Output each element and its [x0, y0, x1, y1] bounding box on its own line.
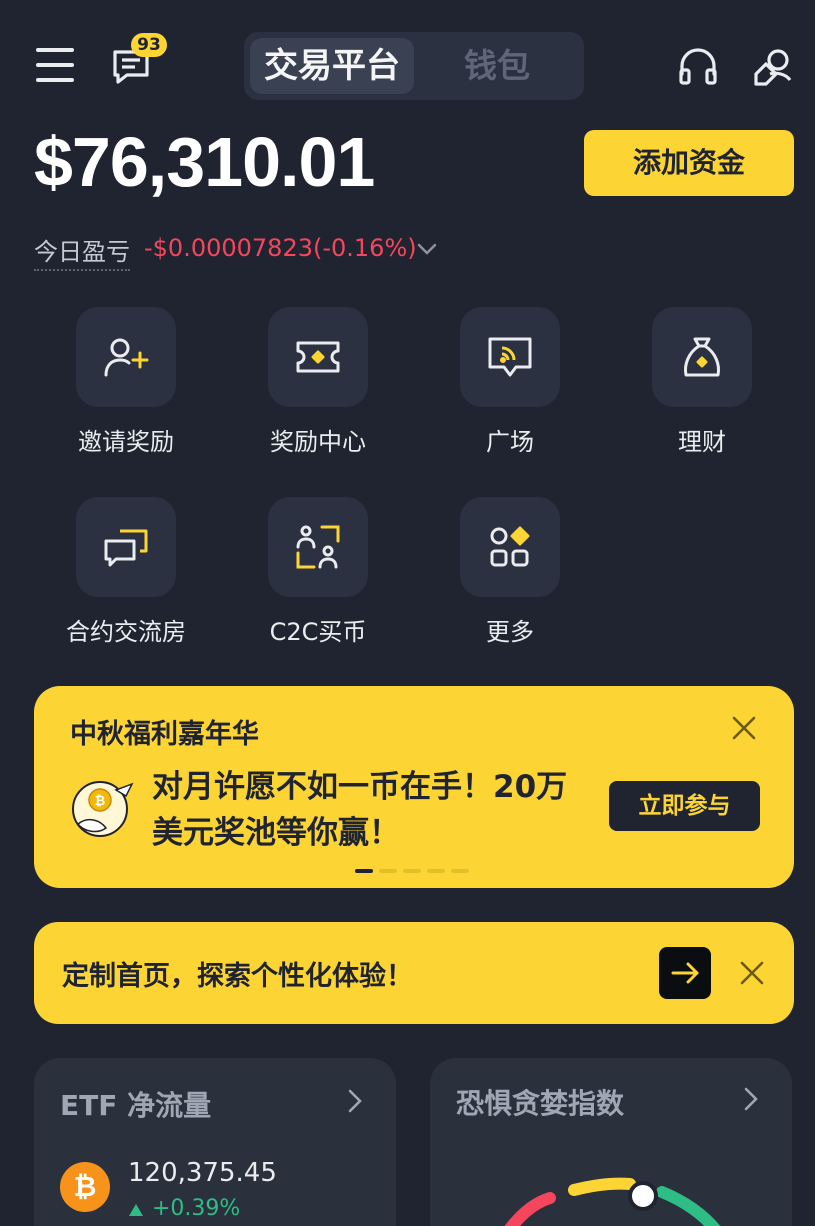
carousel-indicator[interactable] — [355, 858, 475, 873]
chevron-down-icon[interactable] — [416, 238, 438, 260]
arrow-right-icon — [671, 962, 699, 984]
broadcast-icon — [488, 337, 532, 377]
quick-action-label: 广场 — [486, 428, 534, 456]
chat-room-icon — [104, 529, 148, 567]
futures-chat-tile[interactable] — [76, 497, 176, 597]
tab-wallet[interactable]: 钱包 — [424, 38, 570, 94]
quick-action-label: 邀请奖励 — [78, 428, 174, 456]
total-balance: $76,310.01 — [34, 123, 375, 201]
pnl-label[interactable]: 今日盈亏 — [34, 232, 130, 271]
promo-banner-text: 对月许愿不如一币在手！20万美元奖池等你赢！ — [152, 769, 568, 851]
quick-action-label: 理财 — [678, 428, 726, 456]
more-grid-icon — [490, 526, 530, 567]
customize-home-text: 定制首页，探索个性化体验！ — [62, 961, 413, 992]
earn-tile[interactable] — [652, 307, 752, 407]
chevron-right-icon[interactable] — [346, 1088, 364, 1114]
rewards-center-tile[interactable] — [268, 307, 368, 407]
menu-icon[interactable] — [36, 48, 74, 84]
close-icon[interactable] — [730, 714, 758, 742]
quick-action-label: C2C买币 — [269, 618, 367, 646]
arrow-right-button[interactable] — [659, 947, 711, 999]
svg-text:₿: ₿ — [95, 794, 106, 809]
fear-greed-gauge — [470, 1170, 760, 1226]
triangle-up-icon — [128, 1202, 144, 1221]
mid-autumn-emblem-icon: ₿ — [70, 776, 136, 838]
invite-rewards-tile[interactable] — [76, 307, 176, 407]
c2c-users-icon — [296, 525, 340, 569]
user-icon[interactable] — [750, 44, 796, 90]
chevron-right-icon[interactable] — [742, 1086, 760, 1112]
square-tile[interactable] — [460, 307, 560, 407]
etf-card-title: ETF 净流量 — [60, 1089, 212, 1122]
invite-user-icon — [104, 338, 149, 377]
etf-value: 120,375.45 — [128, 1158, 277, 1188]
money-bag-icon — [684, 337, 720, 377]
fear-greed-card-title: 恐惧贪婪指数 — [456, 1087, 625, 1120]
bitcoin-icon: ₿ — [60, 1162, 110, 1212]
more-tile[interactable] — [460, 497, 560, 597]
ticket-icon — [296, 341, 340, 373]
quick-action-label: 合约交流房 — [66, 618, 186, 646]
c2c-tile[interactable] — [268, 497, 368, 597]
add-funds-button[interactable]: 添加资金 — [584, 130, 794, 196]
join-now-button[interactable]: 立即参与 — [609, 781, 760, 831]
close-icon[interactable] — [739, 960, 765, 986]
tab-exchange[interactable]: 交易平台 — [250, 38, 414, 94]
etf-change: +0.39% — [152, 1196, 241, 1221]
headset-icon[interactable] — [676, 46, 720, 88]
message-count-badge: 93 — [131, 33, 167, 57]
quick-action-label: 更多 — [486, 618, 534, 646]
quick-action-label: 奖励中心 — [270, 428, 366, 456]
pnl-value: -$0.00007823(-0.16%) — [144, 234, 417, 262]
promo-banner-title: 中秋福利嘉年华 — [70, 719, 259, 750]
